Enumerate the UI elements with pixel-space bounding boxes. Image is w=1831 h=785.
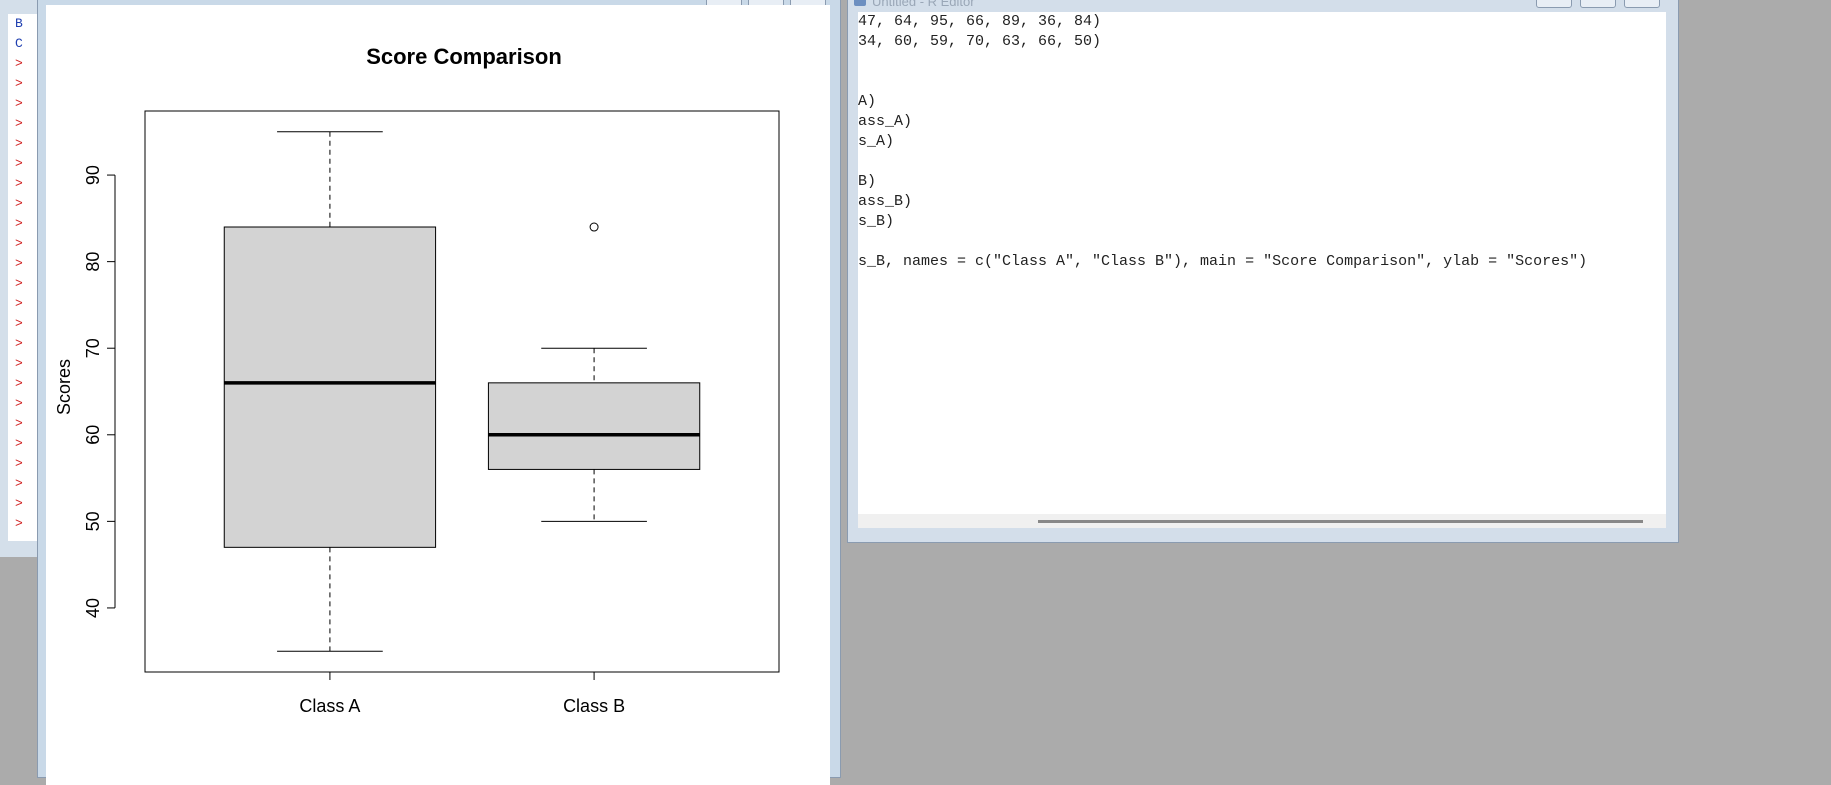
outlier-point bbox=[589, 222, 599, 232]
graphics-device-window[interactable]: Score Comparison Scores 40 50 60 70 80 90 Clas… bbox=[37, 0, 841, 785]
x-tick-label: Class A bbox=[299, 696, 360, 716]
boxplot-chart: Score Comparison Scores 40 50 60 70 80 90 Clas… bbox=[54, 44, 780, 716]
x-tick-label: Class B bbox=[563, 696, 625, 716]
code-line: B) bbox=[858, 173, 877, 190]
y-tick-label: 40 bbox=[83, 598, 103, 618]
r-editor-window[interactable]: Untitled - R Editor 47, 64, 95, 66, 89, … bbox=[847, 0, 1679, 543]
y-tick-label: 80 bbox=[83, 252, 103, 272]
box bbox=[487, 382, 701, 470]
code-line: ass_B) bbox=[858, 193, 913, 210]
scrollbar-thumb[interactable] bbox=[1038, 520, 1643, 523]
r-editor-icon bbox=[854, 0, 866, 6]
y-tick-label: 60 bbox=[83, 425, 103, 445]
editor-window-title: Untitled - R Editor bbox=[872, 0, 975, 9]
y-tick-label: 50 bbox=[83, 511, 103, 531]
code-line: A) bbox=[858, 93, 877, 110]
code-line: s_B) bbox=[858, 213, 895, 230]
y-tick-label: 90 bbox=[83, 165, 103, 185]
code-line: s_B, names = c("Class A", "Class B"), ma… bbox=[858, 253, 1588, 270]
plot-area: Score Comparison Scores 40 50 60 70 80 90 Clas… bbox=[46, 5, 830, 785]
maximize-button[interactable] bbox=[1580, 0, 1616, 8]
minimize-button[interactable] bbox=[1536, 0, 1572, 8]
close-button[interactable] bbox=[1624, 0, 1660, 8]
code-line: s_A) bbox=[858, 133, 895, 150]
editor-text-area[interactable]: 47, 64, 95, 66, 89, 36, 84) 34, 60, 59, 7… bbox=[858, 12, 1666, 514]
y-axis-label: Scores bbox=[54, 359, 74, 415]
code-line: 47, 64, 95, 66, 89, 36, 84) bbox=[858, 13, 1102, 30]
box bbox=[223, 226, 437, 548]
horizontal-scrollbar[interactable] bbox=[858, 514, 1666, 528]
code-line: 34, 60, 59, 70, 63, 66, 50) bbox=[858, 33, 1102, 50]
chart-title: Score Comparison bbox=[366, 44, 562, 69]
y-tick-label: 70 bbox=[83, 338, 103, 358]
code-line: ass_A) bbox=[858, 113, 913, 130]
